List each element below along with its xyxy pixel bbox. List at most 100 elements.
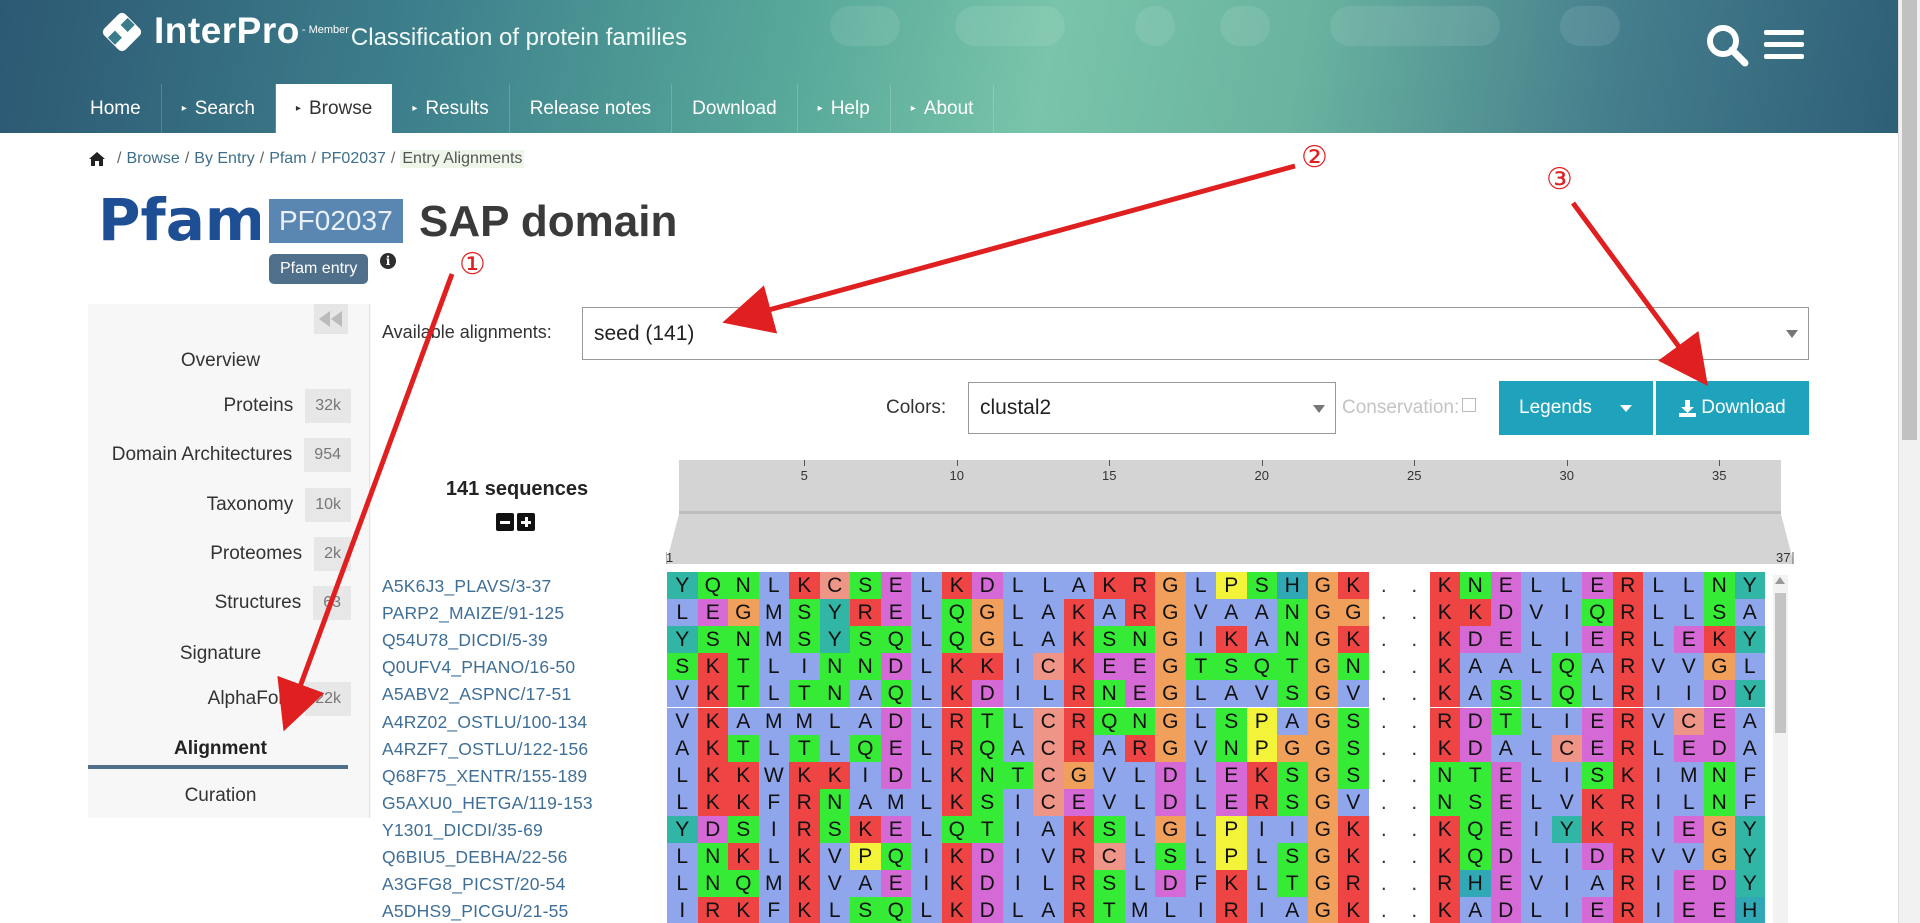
sidebar-item-taxonomy[interactable]: Taxonomy 10k — [207, 488, 351, 522]
alignment-scrollbar[interactable] — [1773, 575, 1788, 923]
sequence-name-link[interactable]: Q68F75_XENTR/155-189 — [382, 763, 587, 790]
sequence-name-link[interactable]: Q54U78_DICDI/5-39 — [382, 627, 548, 654]
residue-cell: P — [1216, 815, 1247, 843]
residue-cell: L — [758, 572, 789, 599]
sidebar-item-structures[interactable]: Structures 63 — [215, 586, 351, 620]
sidebar-item-alphafold[interactable]: AlphaFold 22k — [208, 682, 351, 716]
sequence-name-link[interactable]: A5DHS9_PICGU/21-55 — [382, 898, 568, 923]
nav-help[interactable]: ▸ Help — [798, 84, 891, 133]
residue-cell: G — [1704, 653, 1735, 681]
residue-cell: P — [1246, 707, 1277, 735]
sidebar-item-curation[interactable]: Curation — [88, 785, 353, 807]
residue-cell: I — [1002, 815, 1033, 843]
sidebar-item-proteomes[interactable]: Proteomes 2k — [210, 537, 351, 571]
alignment-scrollbar-thumb[interactable] — [1775, 593, 1786, 733]
sequence-name-link[interactable]: Y1301_DICDI/35-69 — [382, 817, 543, 844]
sequence-name-link[interactable]: A5ABV2_ASPNC/17-51 — [382, 681, 571, 708]
breadcrumb-browse[interactable]: Browse — [126, 150, 179, 168]
residue-cell: K — [1216, 626, 1247, 654]
alignment-ruler[interactable] — [679, 460, 1781, 514]
residue-cell: L — [667, 599, 698, 627]
hamburger-menu-icon[interactable] — [1764, 28, 1804, 62]
count-badge: 32k — [305, 389, 351, 423]
breadcrumb-accession[interactable]: PF02037 — [321, 150, 386, 168]
sequence-name-link[interactable]: G5AXU0_HETGA/119-153 — [382, 790, 593, 817]
interpro-logo[interactable]: InterPro - Member Classification of prot… — [100, 6, 687, 56]
residue-cell: L — [1643, 626, 1674, 654]
sidebar-item-proteins[interactable]: Proteins 32k — [223, 389, 351, 423]
legends-dropdown-button[interactable]: Legends — [1499, 381, 1653, 435]
residue-cell: S — [1094, 626, 1125, 654]
info-icon[interactable]: i — [380, 253, 396, 269]
nav-about[interactable]: ▸ About — [891, 84, 995, 133]
sequence-name-link[interactable]: A5K6J3_PLAVS/3-37 — [382, 573, 551, 600]
ruler-zoom-trapezoid — [666, 514, 1794, 564]
alignment-grid[interactable]: YQNLKCSELKDLLAKRGLPSHGK..KNELLERLLNYLEGM… — [667, 572, 1771, 923]
zoom-in-button[interactable] — [517, 513, 535, 531]
sidebar-item-signature[interactable]: Signature — [88, 643, 353, 665]
conservation-checkbox[interactable] — [1462, 398, 1476, 412]
download-button[interactable]: Download — [1656, 381, 1809, 435]
residue-cell: Q — [1551, 680, 1582, 708]
residue-cell: N — [728, 626, 759, 654]
scroll-up-arrow-icon[interactable] — [1775, 577, 1785, 584]
nav-download[interactable]: Download — [672, 84, 798, 133]
residue-cell: Q — [1551, 653, 1582, 681]
residue-cell: C — [1033, 734, 1064, 762]
residue-cell: D — [1155, 788, 1186, 816]
residue-cell: K — [1063, 626, 1094, 654]
sequence-name-link[interactable]: A3GFG8_PICST/20-54 — [382, 871, 566, 898]
zoom-out-button[interactable] — [496, 513, 514, 531]
residue-cell: . — [1368, 870, 1399, 898]
sidebar-item-overview[interactable]: Overview — [88, 350, 353, 372]
collapse-sidebar-button[interactable] — [314, 304, 348, 334]
nav-results[interactable]: ▸ Results — [392, 84, 510, 133]
breadcrumb-pfam[interactable]: Pfam — [269, 150, 306, 168]
page-scrollbar-thumb[interactable] — [1902, 0, 1917, 440]
sequence-name-link[interactable]: Q6BIU5_DEBHA/22-56 — [382, 844, 568, 871]
residue-cell: I — [1002, 843, 1033, 870]
available-alignments-select[interactable]: seed (141) — [582, 307, 1809, 360]
residue-cell: K — [941, 653, 972, 681]
residue-cell: K — [941, 843, 972, 870]
sequence-name-link[interactable]: A4RZ02_OSTLU/100-134 — [382, 709, 587, 736]
residue-cell: L — [1185, 707, 1216, 735]
residue-cell: . — [1399, 572, 1430, 599]
home-icon[interactable] — [88, 151, 106, 167]
nav-search[interactable]: ▸ Search — [162, 84, 276, 133]
residue-cell: K — [1216, 870, 1247, 898]
residue-cell: G — [1155, 707, 1186, 735]
residue-cell: F — [1734, 761, 1765, 789]
residue-cell: K — [1582, 815, 1613, 843]
colors-select[interactable]: clustal2 — [968, 382, 1336, 434]
nav-browse[interactable]: ▸ Browse — [275, 84, 393, 133]
page-scrollbar[interactable] — [1898, 0, 1920, 923]
residue-cell: I — [911, 870, 942, 898]
residue-cell: S — [972, 788, 1003, 816]
residue-cell: D — [1490, 897, 1521, 923]
residue-cell: V — [1643, 843, 1674, 870]
nav-release-notes[interactable]: Release notes — [510, 84, 673, 133]
residue-cell: G — [1155, 626, 1186, 654]
sequence-name-link[interactable]: PARP2_MAIZE/91-125 — [382, 600, 564, 627]
residue-cell: I — [1002, 788, 1033, 816]
residue-cell: N — [1338, 653, 1369, 681]
residue-cell: L — [1673, 599, 1704, 627]
nav-home[interactable]: Home — [70, 84, 162, 133]
count-badge: 10k — [305, 488, 351, 522]
residue-cell: G — [1155, 734, 1186, 762]
ruler-tick-label: 35 — [1712, 468, 1727, 483]
sidebar-item-alignment[interactable]: Alignment — [88, 738, 353, 760]
sidebar-item-label: Proteins — [223, 395, 294, 416]
breadcrumb-separator: / — [117, 150, 122, 167]
residue-cell: R — [1246, 788, 1277, 816]
residue-cell: I — [667, 897, 698, 923]
residue-cell: K — [1246, 761, 1277, 789]
search-icon[interactable] — [1704, 22, 1750, 68]
breadcrumb-by-entry[interactable]: By Entry — [194, 150, 254, 168]
sequence-name-link[interactable]: A4RZF7_OSTLU/122-156 — [382, 736, 588, 763]
residue-cell: E — [880, 870, 911, 898]
sequence-name-link[interactable]: Q0UFV4_PHANO/16-50 — [382, 654, 575, 681]
triangle-right-icon: ▸ — [181, 103, 187, 114]
sidebar-item-domain-architectures[interactable]: Domain Architectures 954 — [112, 438, 351, 472]
